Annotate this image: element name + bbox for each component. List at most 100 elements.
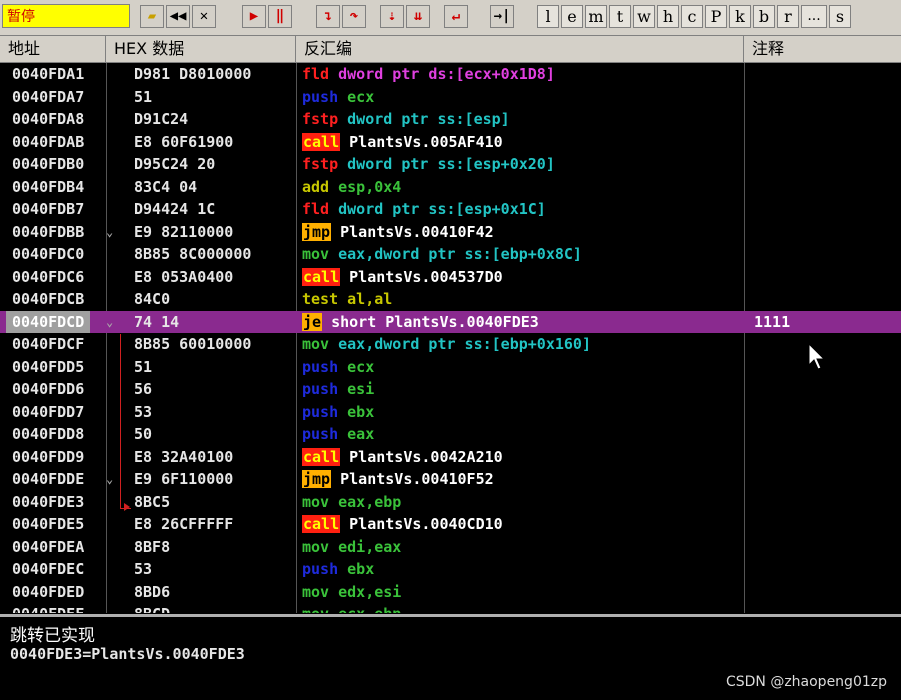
instruction-row[interactable]: 0040FDA1 D981 D8010000 fld dword ptr ds:[e… (0, 63, 901, 85)
row-hex: 74 14 (134, 312, 180, 331)
row-operand: dword ptr ss:[esp] (347, 110, 510, 128)
toolbar-window-button[interactable]: s (829, 5, 851, 28)
column-disasm[interactable]: 反汇编 (296, 36, 744, 62)
instruction-row[interactable]: 0040FDD5 51 push ecx (0, 356, 901, 378)
row-operand: edx,esi (338, 582, 402, 601)
rewind-icon[interactable]: ◀◀ (166, 5, 190, 28)
row-hex: 50 (134, 425, 153, 443)
instruction-row[interactable]: 0040FDE5 E8 26CFFFFF call PlantsVs.0040CD1… (0, 513, 901, 535)
instruction-row[interactable]: 0040FDD6 56 push esi (0, 378, 901, 400)
toolbar-window-button[interactable]: r (777, 5, 799, 28)
instruction-row[interactable]: 0040FDA8 D91C24 fstp dword ptr ss:[esp] (0, 108, 901, 130)
row-hex: D981 D8010000 (134, 65, 252, 83)
row-address: 0040FDB0 (12, 155, 85, 173)
row-operand: PlantsVs.00410F52 (340, 470, 494, 488)
column-address[interactable]: 地址 (0, 36, 106, 62)
info-title: 跳转已实现 (10, 626, 95, 646)
row-disasm: call PlantsVs.0040CD10 (302, 513, 503, 535)
row-disasm: mov edx,esi (302, 581, 401, 603)
row-disasm: push ebx (302, 401, 374, 423)
row-hex: 53 (134, 560, 153, 578)
instruction-row[interactable]: 0040FDBB ⌄ E9 82110000 jmp PlantsVs.00410F4… (0, 221, 901, 243)
instruction-row[interactable]: 0040FDE3 8BC5 mov eax,ebp (0, 491, 901, 513)
instruction-row[interactable]: 0040FDCF 8B85 60010000 mov eax,dword ptr s… (0, 333, 901, 355)
goto-icon[interactable]: →| (490, 5, 514, 28)
toolbar-window-button[interactable]: w (633, 5, 655, 28)
trace-into-icon[interactable]: ⇣ (380, 5, 404, 28)
instruction-row[interactable]: 0040FDEC 53 push ebx (0, 558, 901, 580)
close-icon[interactable]: ✕ (192, 5, 216, 28)
run-status-indicator: 暂停 (2, 4, 130, 28)
row-mnemonic: add (302, 177, 330, 196)
toolbar-window-button[interactable]: h (657, 5, 679, 28)
row-disasm: fstp dword ptr ss:[esp] (302, 108, 510, 130)
step-over-icon[interactable]: ↷ (342, 5, 366, 28)
row-operand: dword ptr ds:[ecx+0x1D8] (338, 65, 555, 83)
toolbar-window-button[interactable]: t (609, 5, 631, 28)
row-hex: 8B85 60010000 (134, 335, 252, 353)
row-hex: E9 82110000 (134, 222, 234, 241)
row-mnemonic: jmp (302, 470, 332, 488)
instruction-row[interactable]: 0040FDC0 8B85 8C000000 mov eax,dword ptr s… (0, 243, 901, 265)
row-mnemonic: push (302, 425, 339, 443)
row-operand: al,al (347, 290, 393, 308)
instruction-row[interactable]: 0040FDB0 D95C24 20 fstp dword ptr ss:[esp+… (0, 153, 901, 175)
instruction-row[interactable]: 0040FDAB E8 60F61900 call PlantsVs.005AF41… (0, 131, 901, 153)
row-operand: eax (347, 425, 375, 443)
mouse-cursor-icon (808, 343, 826, 370)
instruction-row[interactable]: 0040FDB4 83C4 04 add esp,0x4 (0, 176, 901, 198)
row-mnemonic: mov (302, 492, 330, 511)
row-mnemonic: push (302, 380, 339, 398)
toolbar-window-button[interactable]: m (585, 5, 607, 28)
pause-icon[interactable]: ‖ (268, 5, 292, 28)
row-address: 0040FDD6 (12, 380, 85, 398)
row-operand: ecx (347, 87, 375, 106)
trace-over-icon[interactable]: ⇊ (406, 5, 430, 28)
run-icon[interactable]: ▶ (242, 5, 266, 28)
toolbar-window-button[interactable]: ... (801, 5, 827, 28)
instruction-row[interactable]: 0040FDB7 D94424 1C fld dword ptr ss:[esp+0… (0, 198, 901, 220)
row-disasm: add esp,0x4 (302, 176, 401, 198)
row-address: 0040FDD8 (12, 425, 85, 443)
row-disasm: push eax (302, 423, 374, 445)
instruction-row[interactable]: 0040FDC6 E8 053A0400 call PlantsVs.004537D… (0, 266, 901, 288)
toolbar-window-button[interactable]: P (705, 5, 727, 28)
selected-instruction-row[interactable]: 0040FDCD ⌄ 74 14 je short PlantsVs.0040FDE3… (0, 310, 901, 333)
row-operand: PlantsVs.004537D0 (349, 267, 503, 286)
row-operand: esi (347, 380, 375, 398)
toolbar-window-button[interactable]: e (561, 5, 583, 28)
instruction-row[interactable]: 0040FDD8 50 push eax (0, 423, 901, 445)
row-operand: PlantsVs.0042A210 (349, 447, 503, 466)
instruction-row[interactable]: 0040FDED 8BD6 mov edx,esi (0, 581, 901, 603)
instruction-row[interactable]: 0040FDD9 E8 32A40100 call PlantsVs.0042A21… (0, 446, 901, 468)
toolbar-window-button[interactable]: k (729, 5, 751, 28)
open-icon[interactable]: ▰ (140, 5, 164, 28)
row-hex: 8B85 8C000000 (134, 245, 252, 263)
toolbar-window-button[interactable]: c (681, 5, 703, 28)
instruction-row[interactable]: 0040FDDE ⌄ E9 6F110000 jmp PlantsVs.00410F5… (0, 468, 901, 490)
info-pane: 跳转已实现 0040FDE3=PlantsVs.0040FDE3 CSDN @z… (0, 614, 901, 700)
toolbar-window-button[interactable]: b (753, 5, 775, 28)
row-hex: E8 32A40100 (134, 447, 234, 466)
column-comment[interactable]: 注释 (744, 36, 901, 62)
execute-till-return-icon[interactable]: ↵ (444, 5, 468, 28)
row-disasm: jmp PlantsVs.00410F52 (302, 468, 494, 490)
row-hex: 8BF8 (134, 537, 171, 556)
row-address: 0040FDCD (6, 310, 91, 333)
instruction-row[interactable]: 0040FDEA 8BF8 mov edi,eax (0, 536, 901, 558)
column-header: 地址 HEX 数据 反汇编 注释 (0, 36, 901, 63)
row-disasm: mov ecx,ebp (302, 603, 401, 613)
row-mnemonic: push (302, 402, 339, 421)
instruction-row[interactable]: 0040FDA7 51 push ecx (0, 86, 901, 108)
row-operand: eax,dword ptr ss:[ebp+0x8C] (338, 245, 582, 263)
row-hex: 83C4 04 (134, 177, 198, 196)
instruction-row[interactable]: 0040FDCB 84C0 test al,al (0, 288, 901, 310)
disassembly-listing[interactable]: 0040FDA1 D981 D8010000 fld dword ptr ds:[e… (0, 63, 901, 613)
toolbar-window-button[interactable]: l (537, 5, 559, 28)
row-mnemonic: mov (302, 605, 329, 613)
column-hex[interactable]: HEX 数据 (106, 36, 296, 62)
step-into-icon[interactable]: ↴ (316, 5, 340, 28)
instruction-row[interactable]: 0040FDD7 53 push ebx (0, 401, 901, 423)
row-mnemonic: push (302, 560, 339, 578)
instruction-row[interactable]: 0040FDEF 8BCD mov ecx,ebp (0, 603, 901, 613)
